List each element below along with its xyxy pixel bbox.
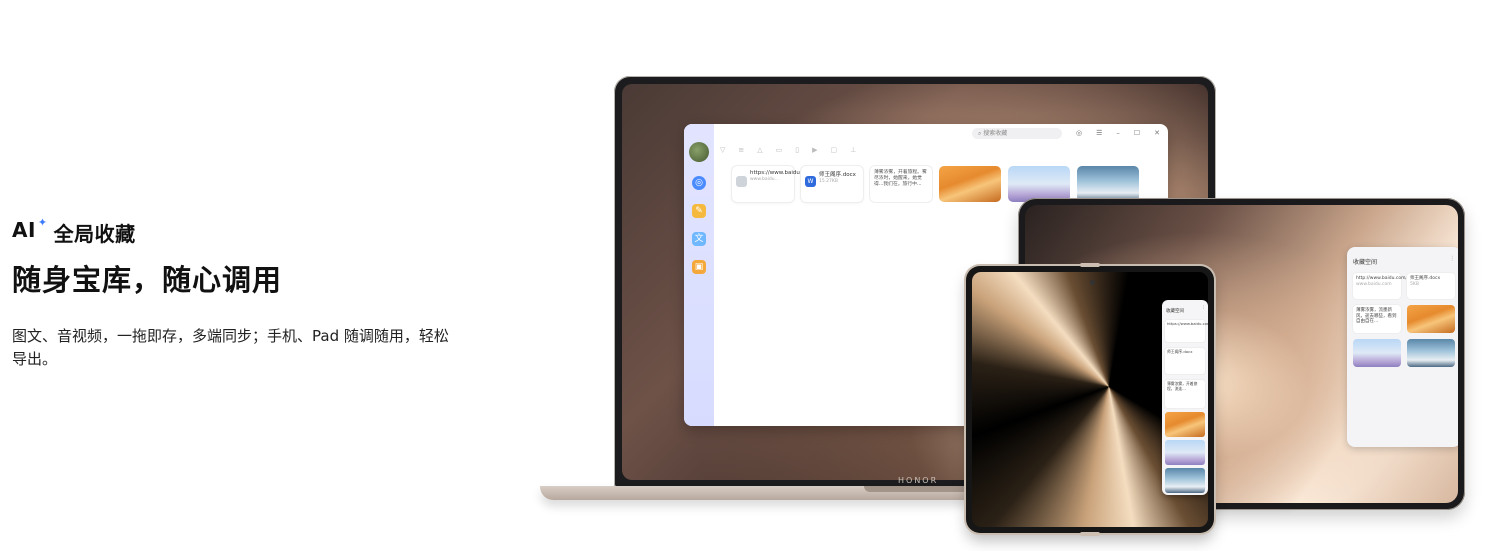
app-topbar: ⌕ 搜索收藏 ◎ ☰ – ☐ ✕ — [714, 124, 1168, 142]
card-subtitle: 5KB — [1410, 281, 1419, 287]
doc-icon[interactable]: ▯ — [795, 146, 799, 154]
snow-image-thumbnail[interactable] — [1407, 339, 1455, 367]
eyebrow: AI ✦ 全局收藏 — [12, 216, 472, 247]
text-icon[interactable]: ≡ — [738, 146, 744, 154]
settings-icon[interactable]: ◎ — [1076, 129, 1082, 137]
card-subtitle: 15.27KB — [819, 179, 838, 184]
link-icon — [736, 176, 747, 187]
video-icon[interactable]: ▶ — [812, 146, 817, 154]
app-sidebar: ◎ ✎ 文 ▣ — [684, 124, 714, 426]
eyebrow-prefix: AI — [12, 218, 36, 242]
link-card[interactable]: https://www.baidu.co... www.baidu... — [732, 166, 813, 202]
eyebrow-text: 全局收藏 — [53, 222, 136, 246]
headline: 随身宝库，随心调用 — [12, 263, 283, 297]
link-card[interactable]: http://www.baidu.com/... www.baidu.com — [1353, 273, 1412, 299]
media-icon[interactable]: ▢ — [831, 146, 838, 154]
card-subtitle: www.baidu.com — [1356, 281, 1392, 287]
pin-icon[interactable]: ⫶ — [1451, 255, 1453, 264]
description: 图文、音视频，一拖即存，多端同步；手机、Pad 随调随用，轻松导出。 — [12, 327, 449, 368]
close-icon[interactable]: ✕ — [1154, 129, 1160, 137]
link-card[interactable]: https://www.baidu.com/... — [1165, 320, 1208, 342]
menu-icon[interactable]: ☰ — [1096, 129, 1102, 137]
minimize-icon[interactable]: – — [1116, 129, 1120, 137]
search-placeholder: 搜索收藏 — [983, 129, 1008, 137]
avatar[interactable] — [689, 142, 709, 162]
sparkle-icon: ✦ — [37, 216, 48, 229]
snow-image-thumbnail[interactable] — [1165, 468, 1205, 493]
camera-icon — [1090, 280, 1095, 285]
desert-image-thumbnail[interactable] — [1165, 412, 1205, 437]
card-title: 师王阁序.docx — [819, 172, 856, 178]
file-icon[interactable]: ▭ — [776, 146, 783, 154]
text-card[interactable]: 薄雾浓雾，流墨新风，逝去哪些，看到自由自在... — [1353, 305, 1401, 333]
desert-image-thumbnail[interactable] — [939, 166, 1001, 202]
foldable-phone-device: 收藏空间 ⫶ https://www.baidu.com/... 师王阁序.do… — [966, 263, 1214, 536]
image-icon[interactable]: △ — [757, 146, 762, 154]
lilac-image-thumbnail[interactable] — [1353, 339, 1401, 367]
share-icon[interactable]: ⊥ — [850, 146, 856, 154]
translate-icon[interactable]: 文 — [692, 232, 706, 246]
panel-title: 收藏空间 — [1353, 259, 1378, 266]
card-title: http://www.baidu.com/... — [1356, 276, 1412, 281]
pen-icon[interactable]: ✎ — [692, 204, 706, 218]
lilac-image-thumbnail[interactable] — [1008, 166, 1070, 202]
hinge-top — [1080, 263, 1100, 267]
phone-favorites-panel: 收藏空间 ⫶ https://www.baidu.com/... 师王阁序.do… — [1162, 300, 1208, 495]
text-card[interactable]: 薄雾浓雾，开着旅程，流连... — [1165, 380, 1205, 408]
phone-screen: 收藏空间 ⫶ https://www.baidu.com/... 师王阁序.do… — [972, 272, 1208, 527]
word-card[interactable]: 师王阁序.docx 5KB — [1407, 273, 1455, 299]
panel-title: 收藏空间 — [1166, 309, 1184, 314]
hinge-bottom — [1080, 532, 1100, 536]
filter-toolbar: ▽ ≡ △ ▭ ▯ ▶ ▢ ⊥ — [720, 146, 856, 154]
word-card[interactable]: W 师王阁序.docx 15.27KB — [801, 166, 863, 202]
browser-icon[interactable]: ◎ — [692, 176, 706, 190]
filter-icon[interactable]: ▽ — [720, 146, 725, 154]
hero-section: AI ✦ 全局收藏 随身宝库，随心调用 图文、音视频，一拖即存，多端同步；手机、… — [12, 216, 472, 371]
tablet-favorites-panel: 收藏空间 ⫶ http://www.baidu.com/... www.baid… — [1347, 247, 1458, 447]
lilac-image-thumbnail[interactable] — [1165, 440, 1205, 465]
text-card[interactable]: 薄雾浓雾，开着旅程。雾尽浓时，她醒来，她觉得...我们在，旅行中... — [870, 166, 932, 202]
favorites-folder-icon[interactable]: ▣ — [692, 260, 706, 274]
word-icon: W — [805, 176, 816, 187]
pin-icon[interactable]: ⫶ — [1203, 305, 1204, 311]
word-card[interactable]: 师王阁序.docx — [1165, 348, 1205, 374]
honor-logo: HONOR — [898, 476, 939, 485]
snow-image-thumbnail[interactable] — [1077, 166, 1139, 202]
search-input[interactable]: ⌕ 搜索收藏 — [971, 127, 1062, 139]
desert-image-thumbnail[interactable] — [1407, 305, 1455, 333]
favorites-list: https://www.baidu.co... www.baidu... W 师… — [732, 166, 1139, 202]
maximize-icon[interactable]: ☐ — [1134, 129, 1140, 137]
laptop-notch — [864, 486, 974, 492]
